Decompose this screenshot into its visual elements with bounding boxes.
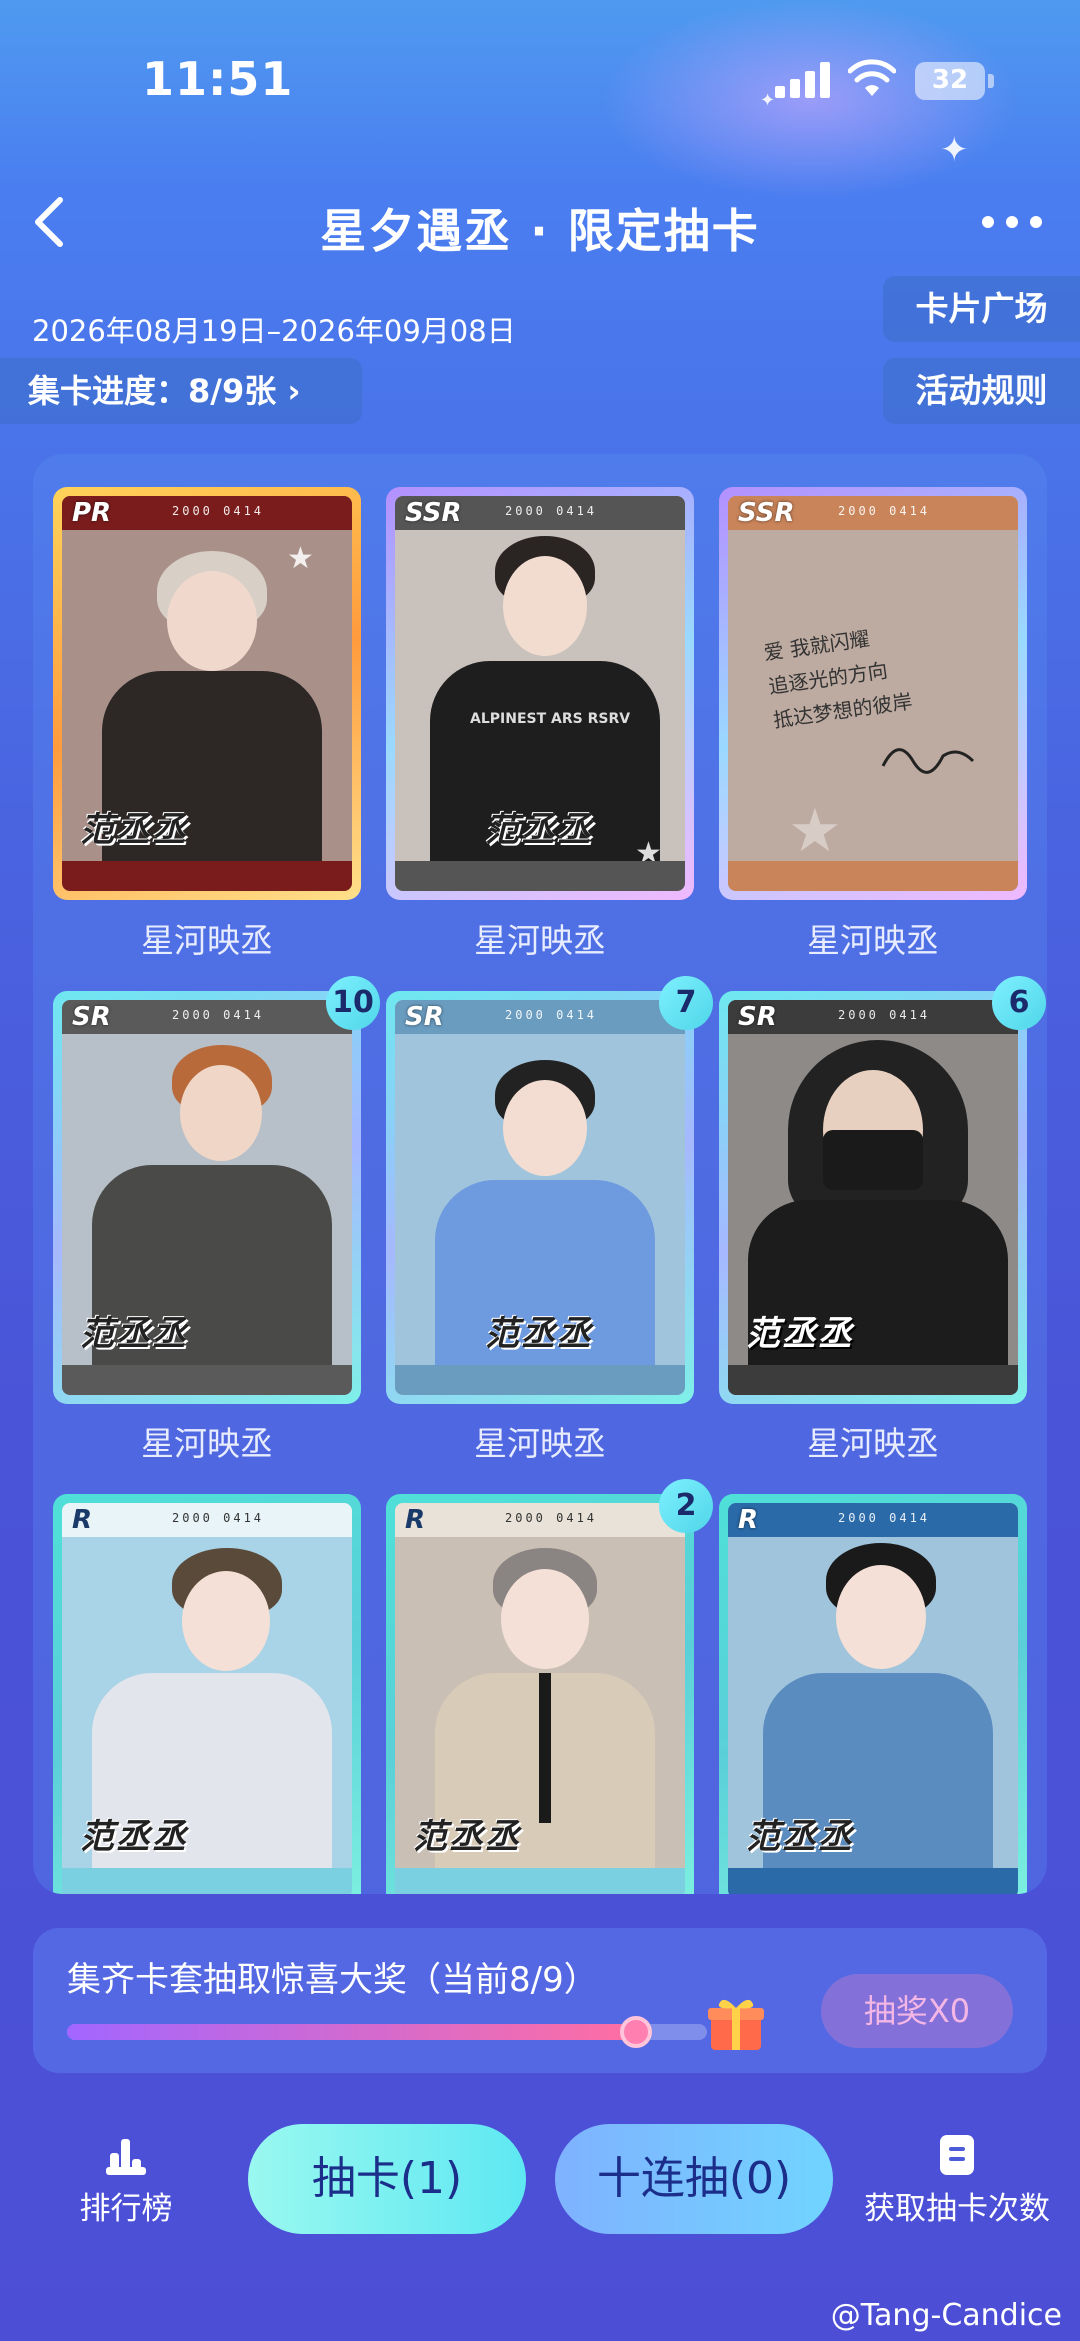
card-name-stamp: 范丞丞 [80,1817,188,1857]
reward-progress-bar [67,2016,707,2048]
card-rarity: R [738,1505,759,1535]
draw-prize-button[interactable]: 抽奖X0 [821,1974,1013,2048]
page-title: 星夕遇丞 · 限定抽卡 [320,204,760,258]
reward-progress-panel: 集齐卡套抽取惊喜大奖（当前8/9） 抽奖X0 [33,1928,1047,2073]
card-title: 星河映丞 [474,1424,606,1463]
card-serial: 2000 0414 [838,1008,931,1022]
card-rarity: SR [72,1002,111,1032]
card-name-stamp: 范丞丞 [485,810,593,850]
card-title: 星河映丞 [141,921,273,960]
card-art: SSR 2000 0414 爱 我就闪耀 追逐光的方向 抵达梦想的彼岸 ★ [728,496,1018,891]
card-art: SR 2000 0414 范丞丞 [395,1000,685,1395]
card-art: PR 2000 0414 ★ 范丞丞 [62,496,352,891]
card-count-badge: 7 [659,976,713,1030]
shirt-text: ALPINEST ARS RSRV [470,711,631,727]
leaderboard-button[interactable]: 排行榜 [66,2135,186,2228]
card-square-button[interactable]: 卡片广场 [883,276,1080,342]
card-art: SSR 2000 0414 ALPINEST ARS RSRV ★ 范丞丞 [395,496,685,891]
card-item[interactable]: R 2000 0414 范丞丞 [386,1494,694,1894]
card-serial: 2000 0414 [505,504,598,518]
draw-ten-button[interactable]: 十连抽(0) [555,2124,833,2234]
card-rarity: R [405,1505,426,1535]
card-rarity: R [72,1505,93,1535]
card-name-stamp: 范丞丞 [746,1314,854,1354]
activity-rules-button[interactable]: 活动规则 [883,358,1080,424]
leaderboard-label: 排行榜 [79,2191,173,2227]
card-art: R 2000 0414 范丞丞 [62,1503,352,1894]
card-grid-panel: PR 2000 0414 ★ 范丞丞 星河映丞 SSR 2000 0414 AL… [33,454,1047,1894]
card-rarity: PR [72,498,112,528]
reward-progress-knob [619,2016,652,2048]
reward-progress-fill [67,2024,636,2040]
card-item[interactable]: R 2000 0414 范丞丞 [53,1494,361,1894]
card-rarity: SR [738,1002,777,1032]
event-date-range: 2026年08月19日–2026年09月08日 [32,314,516,348]
get-draw-chances-label: 获取抽卡次数 [864,2191,1050,2227]
card-item[interactable]: SR 2000 0414 范丞丞 [719,991,1027,1404]
card-name-stamp: 范丞丞 [413,1817,521,1857]
wifi-icon [848,59,896,96]
card-item[interactable]: SSR 2000 0414 ALPINEST ARS RSRV ★ 范丞丞 [386,487,694,900]
battery-nub [988,74,994,88]
card-rarity: SR [405,1002,444,1032]
ticket-icon [940,2135,974,2175]
handwritten-signature [881,748,975,774]
card-item[interactable]: PR 2000 0414 ★ 范丞丞 [53,487,361,900]
status-bar: 11:51 32 [0,0,1080,140]
card-name-stamp: 范丞丞 [80,1314,188,1354]
get-draw-chances-button[interactable]: 获取抽卡次数 [862,2135,1052,2228]
card-item[interactable]: SSR 2000 0414 爱 我就闪耀 追逐光的方向 抵达梦想的彼岸 ★ [719,487,1027,900]
card-art: R 2000 0414 范丞丞 [395,1503,685,1894]
draw-one-button[interactable]: 抽卡(1) [248,2124,526,2234]
card-art: SR 2000 0414 范丞丞 [728,1000,1018,1395]
card-count-badge: 10 [326,976,380,1030]
more-options-icon[interactable] [982,210,1044,234]
card-serial: 2000 0414 [172,504,265,518]
card-signature-text: 爱 我就闪耀 追逐光的方向 抵达梦想的彼岸 [762,626,914,733]
gift-icon [708,1999,764,2050]
signal-icon [775,62,831,98]
card-serial: 2000 0414 [838,504,931,518]
reward-description: 集齐卡套抽取惊喜大奖（当前8/9） [67,1960,598,2000]
card-name-stamp: 范丞丞 [80,810,188,850]
card-count-badge: 2 [659,1479,713,1533]
card-serial: 2000 0414 [172,1511,265,1525]
watermark: @Tang-Candice [830,2298,1062,2333]
card-title: 星河映丞 [141,1424,273,1463]
card-rarity: SSR [405,498,462,528]
card-rarity: SSR [738,498,795,528]
card-serial: 2000 0414 [505,1511,598,1525]
card-title: 星河映丞 [807,1424,939,1463]
card-name-stamp: 范丞丞 [746,1817,854,1857]
card-item[interactable]: R 2000 0414 范丞丞 [719,1494,1027,1894]
card-name-stamp: 范丞丞 [485,1314,593,1354]
status-time: 11:51 [142,52,294,106]
leaderboard-icon [106,2135,146,2175]
card-serial: 2000 0414 [172,1008,265,1022]
card-item[interactable]: SR 2000 0414 范丞丞 [53,991,361,1404]
card-count-badge: 6 [992,976,1046,1030]
battery-level: 32 [931,65,969,95]
card-title: 星河映丞 [807,921,939,960]
card-serial: 2000 0414 [505,1008,598,1022]
battery-icon: 32 [915,62,985,100]
card-title: 星河映丞 [474,921,606,960]
card-art: SR 2000 0414 范丞丞 [62,1000,352,1395]
collection-progress-button[interactable]: 集卡进度：8/9张 › [0,358,362,424]
card-art: R 2000 0414 范丞丞 [728,1503,1018,1894]
card-serial: 2000 0414 [838,1511,931,1525]
card-item[interactable]: SR 2000 0414 范丞丞 [386,991,694,1404]
